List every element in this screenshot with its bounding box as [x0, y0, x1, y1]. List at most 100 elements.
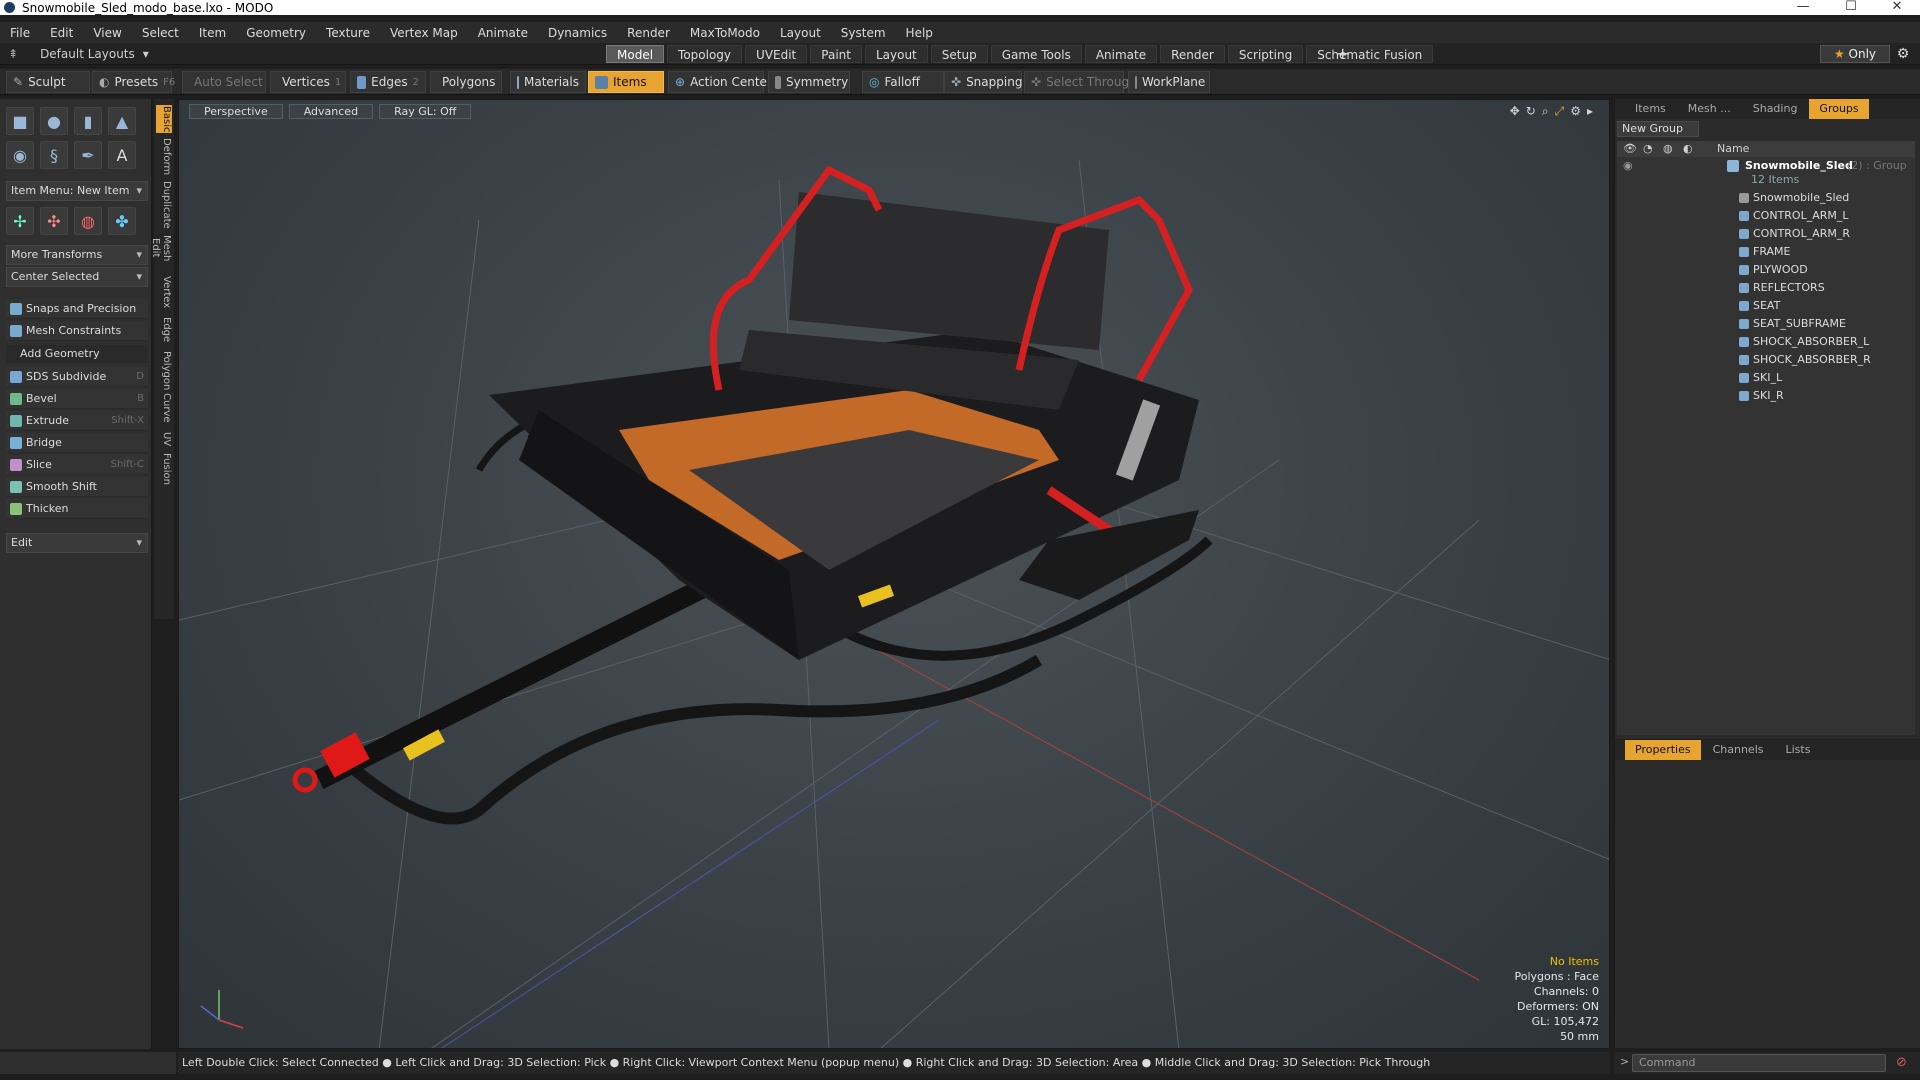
- falloff-button[interactable]: ◎ Falloff: [862, 71, 944, 93]
- select-icon[interactable]: ◐: [1683, 141, 1693, 157]
- group-item[interactable]: CONTROL_ARM_R: [1617, 225, 1915, 243]
- vtab-vertex[interactable]: Vertex: [156, 275, 172, 309]
- menu-geometry[interactable]: Geometry: [236, 26, 316, 40]
- materials-button[interactable]: Materials: [510, 71, 586, 93]
- cube-icon[interactable]: ■: [6, 107, 34, 135]
- menu-system[interactable]: System: [831, 26, 896, 40]
- properties-tab-properties[interactable]: Properties: [1625, 740, 1701, 760]
- add-tab-icon[interactable]: +: [1336, 44, 1349, 63]
- tool-bridge[interactable]: Bridge: [6, 433, 148, 453]
- group-item[interactable]: SHOCK_ABSORBER_R: [1617, 351, 1915, 369]
- menu-view[interactable]: View: [83, 26, 131, 40]
- items-button[interactable]: Items: [588, 71, 664, 93]
- tool-bevel[interactable]: Bevel B: [6, 389, 148, 409]
- tab-game-tools[interactable]: Game Tools: [990, 45, 1082, 63]
- snaps-precision-button[interactable]: Snaps and Precision: [6, 299, 148, 319]
- vtab-polygon[interactable]: Polygon: [156, 351, 172, 390]
- vtab-basic[interactable]: Basic: [156, 105, 172, 133]
- menu-dynamics[interactable]: Dynamics: [538, 26, 617, 40]
- sculpt-button[interactable]: ✎ Sculpt: [6, 71, 90, 93]
- render-icon[interactable]: ◍: [1663, 141, 1673, 157]
- vtab-edge[interactable]: Edge: [156, 313, 172, 347]
- edges-button[interactable]: Edges 2: [350, 71, 426, 93]
- command-input[interactable]: Command: [1632, 1054, 1886, 1072]
- panel-tab-shading[interactable]: Shading: [1743, 99, 1808, 119]
- polygons-button[interactable]: Polygons: [430, 71, 502, 93]
- menu-animate[interactable]: Animate: [468, 26, 538, 40]
- sphere-icon[interactable]: ●: [40, 107, 68, 135]
- group-item[interactable]: REFLECTORS: [1617, 279, 1915, 297]
- group-item[interactable]: SHOCK_ABSORBER_L: [1617, 333, 1915, 351]
- presets-button[interactable]: ◐ Presets F6: [92, 71, 175, 93]
- 3d-viewport[interactable]: Perspective Advanced Ray GL: Off ✥ ↻ ⌕ ⤢…: [178, 99, 1610, 1049]
- tool-thicken[interactable]: Thicken: [6, 499, 148, 519]
- vtab-curve[interactable]: Curve: [156, 391, 172, 425]
- gear-icon[interactable]: ⚙: [1894, 45, 1912, 63]
- auto-select-button[interactable]: Auto Select: [182, 71, 266, 93]
- vtab-duplicate[interactable]: Duplicate: [156, 181, 172, 229]
- group-item[interactable]: SKI_L: [1617, 369, 1915, 387]
- menu-maxtomodo[interactable]: MaxToModo: [680, 26, 770, 40]
- vtab-fusion[interactable]: Fusion: [156, 453, 172, 485]
- symmetry-button[interactable]: Symmetry: [768, 71, 850, 93]
- text-icon[interactable]: A: [108, 141, 136, 169]
- move-icon[interactable]: ✢: [6, 207, 34, 235]
- menu-vertex-map[interactable]: Vertex Map: [380, 26, 468, 40]
- menu-select[interactable]: Select: [132, 26, 189, 40]
- tab-schematic-fusion[interactable]: Schematic Fusion: [1306, 45, 1434, 63]
- transform-icon[interactable]: ✤: [108, 207, 136, 235]
- vtab-deform[interactable]: Deform: [156, 137, 172, 177]
- group-item[interactable]: SKI_R: [1617, 387, 1915, 405]
- panel-tab-mesh-[interactable]: Mesh ...: [1678, 99, 1741, 119]
- panel-tab-groups[interactable]: Groups: [1809, 99, 1869, 119]
- torus-icon[interactable]: ◉: [6, 141, 34, 169]
- new-group-button[interactable]: New Group: [1617, 121, 1699, 137]
- rotate-icon[interactable]: ✣: [40, 207, 68, 235]
- group-item[interactable]: SEAT_SUBFRAME: [1617, 315, 1915, 333]
- cylinder-icon[interactable]: ▮: [74, 107, 102, 135]
- workplane-button[interactable]: WorkPlane: [1128, 71, 1210, 93]
- menu-edit[interactable]: Edit: [40, 26, 83, 40]
- layout-selector[interactable]: ⇞ Default Layouts ▾: [8, 45, 149, 63]
- more-transforms-dropdown[interactable]: More Transforms: [6, 245, 148, 265]
- add-geometry-header[interactable]: Add Geometry: [6, 345, 148, 363]
- minimize-icon[interactable]: —: [1780, 0, 1826, 15]
- menu-item[interactable]: Item: [189, 26, 236, 40]
- command-clear-icon[interactable]: ⊘: [1896, 1055, 1907, 1070]
- visibility-icon[interactable]: 👁: [1623, 141, 1637, 157]
- select-through-button[interactable]: ✜ Select Through: [1024, 71, 1137, 93]
- properties-tab-lists[interactable]: Lists: [1776, 740, 1821, 760]
- tube-icon[interactable]: §: [40, 141, 68, 169]
- snapping-button[interactable]: ✜ Snapping: [944, 71, 1022, 93]
- tab-topology[interactable]: Topology: [667, 45, 743, 63]
- tab-layout[interactable]: Layout: [864, 45, 928, 63]
- vtab-mesh-edit[interactable]: Mesh Edit: [150, 225, 172, 271]
- tool-smooth-shift[interactable]: Smooth Shift: [6, 477, 148, 497]
- close-icon[interactable]: ✕: [1874, 0, 1920, 15]
- group-item[interactable]: SEAT: [1617, 297, 1915, 315]
- tab-model[interactable]: Model: [606, 45, 665, 63]
- only-button[interactable]: ★ Only: [1820, 45, 1890, 63]
- scale-icon[interactable]: ◍: [74, 207, 102, 235]
- center-selected-dropdown[interactable]: Center Selected: [6, 267, 148, 287]
- tool-sds-subdivide[interactable]: SDS Subdivide D: [6, 367, 148, 387]
- menu-layout[interactable]: Layout: [770, 26, 831, 40]
- item-menu-dropdown[interactable]: Item Menu: New Item: [6, 181, 148, 201]
- maximize-icon[interactable]: ☐: [1828, 0, 1874, 15]
- menu-texture[interactable]: Texture: [316, 26, 380, 40]
- pen-icon[interactable]: ✒: [74, 141, 102, 169]
- tool-slice[interactable]: Slice Shift-C: [6, 455, 148, 475]
- layout-collapse-icon[interactable]: ⇞: [8, 47, 18, 61]
- tab-scripting[interactable]: Scripting: [1227, 45, 1304, 63]
- mesh-constraints-button[interactable]: Mesh Constraints: [6, 321, 148, 341]
- group-item[interactable]: Snowmobile_Sled: [1617, 189, 1915, 207]
- tab-animate[interactable]: Animate: [1084, 45, 1158, 63]
- menu-render[interactable]: Render: [617, 26, 680, 40]
- vtab-uv[interactable]: UV: [156, 429, 172, 449]
- tab-paint[interactable]: Paint: [810, 45, 862, 63]
- tab-uvedit[interactable]: UVEdit: [745, 45, 808, 63]
- tab-setup[interactable]: Setup: [930, 45, 988, 63]
- menu-file[interactable]: File: [0, 26, 40, 40]
- lock-icon[interactable]: ◔: [1643, 141, 1653, 157]
- group-item[interactable]: FRAME: [1617, 243, 1915, 261]
